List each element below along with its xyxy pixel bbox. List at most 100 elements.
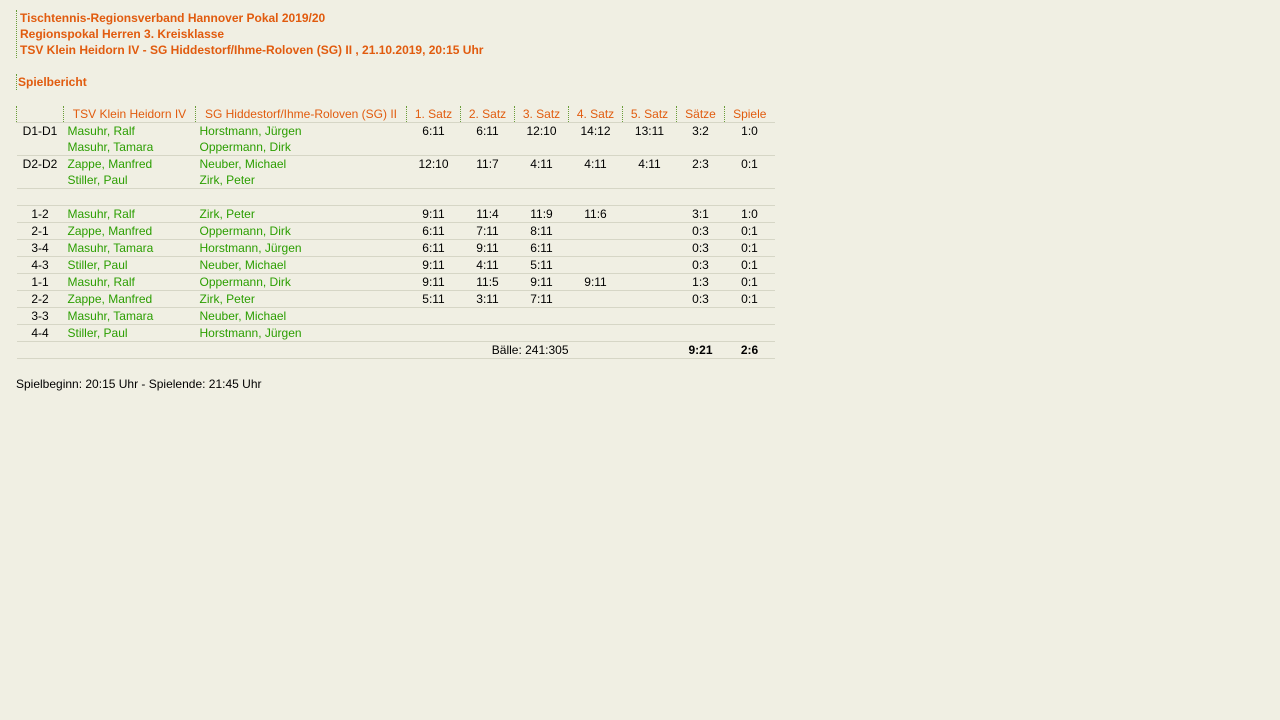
- games-result: [724, 172, 775, 189]
- set-score: [622, 273, 677, 291]
- table-row: Masuhr, Tamara Oppermann, Dirk: [16, 139, 775, 156]
- home-player: Zappe, Manfred: [63, 222, 196, 240]
- match-position: 1-1: [16, 273, 64, 291]
- column-header: 4. Satz: [568, 106, 623, 123]
- away-player: Horstmann, Jürgen: [195, 324, 407, 342]
- set-score: 11:7: [476, 157, 499, 171]
- set-score: [406, 324, 461, 342]
- sets-result: 0:3: [676, 290, 725, 308]
- away-player: Neuber, Michael: [199, 157, 287, 171]
- sets-result: [676, 307, 725, 325]
- home-player: Zappe, Manfred: [67, 157, 153, 171]
- set-score: [460, 139, 515, 156]
- set-score: 4:11: [584, 157, 607, 171]
- set-score: [514, 307, 569, 325]
- match-position: [16, 172, 64, 189]
- set-score: [406, 307, 461, 325]
- sets-result: [676, 139, 725, 156]
- report-header: Tischtennis-Regionsverband Hannover Poka…: [16, 10, 775, 58]
- games-result: 0:1: [724, 256, 775, 274]
- set-score: 6:11: [422, 124, 445, 138]
- set-score: [460, 172, 515, 189]
- home-player: Masuhr, Ralf: [67, 124, 135, 138]
- column-header: 1. Satz: [406, 106, 461, 123]
- set-score: 5:11: [406, 290, 461, 308]
- away-player: Zirk, Peter: [195, 205, 407, 223]
- set-score: 11:4: [460, 205, 515, 223]
- away-player: Oppermann, Dirk: [195, 222, 407, 240]
- home-player: Masuhr, Ralf: [63, 205, 196, 223]
- games-result: 1:0: [724, 205, 775, 223]
- set-score: [460, 324, 515, 342]
- table-row: D2-D2 Zappe, Manfred Neuber, Michael 12:10 1…: [17, 156, 775, 173]
- match-report: Tischtennis-Regionsverband Hannover Poka…: [16, 10, 775, 392]
- set-score: 12:10: [418, 157, 449, 171]
- match-position: [16, 139, 64, 156]
- games-result: [724, 139, 775, 156]
- match-position: 4-4: [16, 324, 64, 342]
- sets-result: 3:2: [692, 124, 709, 138]
- table-row: 3-4 Masuhr, Tamara Horstmann, Jürgen 6:11 9:…: [16, 239, 775, 257]
- table-row: 4-3 Stiller, Paul Neuber, Michael 9:11 4:11 5…: [16, 256, 775, 274]
- set-score: 6:11: [406, 239, 461, 257]
- set-score: [568, 239, 623, 257]
- table-row: 2-1 Zappe, Manfred Oppermann, Dirk 6:11 7:11…: [16, 222, 775, 240]
- column-header: [16, 106, 64, 123]
- match-position: 3-4: [16, 239, 64, 257]
- set-score: [622, 222, 677, 240]
- totals-row: Bälle: 241:305 9:21 2:6: [16, 341, 775, 359]
- set-score: [622, 324, 677, 342]
- table-row: 3-3 Masuhr, Tamara Neuber, Michael: [16, 307, 775, 325]
- set-score: [622, 172, 677, 189]
- match-position: 2-1: [16, 222, 64, 240]
- results-table: TSV Klein Heidorn IV SG Hiddestorf/Ihme-R…: [16, 106, 775, 359]
- set-score: [622, 139, 677, 156]
- sets-result: 0:3: [676, 222, 725, 240]
- away-player: Oppermann, Dirk: [195, 273, 407, 291]
- set-score: 9:11: [514, 273, 569, 291]
- set-score: 9:11: [460, 239, 515, 257]
- games-result: 0:1: [724, 273, 775, 291]
- away-player: Horstmann, Jürgen: [199, 124, 302, 138]
- set-score: 6:11: [406, 222, 461, 240]
- table-row: Stiller, Paul Zirk, Peter: [16, 172, 775, 189]
- away-player: Neuber, Michael: [195, 307, 407, 325]
- table-header-row: TSV Klein Heidorn IV SG Hiddestorf/Ihme-R…: [16, 106, 775, 123]
- set-score: [568, 307, 623, 325]
- set-score: 4:11: [460, 256, 515, 274]
- away-player: Neuber, Michael: [195, 256, 407, 274]
- away-player: Oppermann, Dirk: [195, 139, 407, 156]
- sets-result: 1:3: [676, 273, 725, 291]
- set-score: [406, 172, 461, 189]
- set-score: 6:11: [476, 124, 499, 138]
- home-player: Masuhr, Ralf: [63, 273, 196, 291]
- home-player: Stiller, Paul: [63, 324, 196, 342]
- match-position: 2-2: [16, 290, 64, 308]
- match-times: Spielbeginn: 20:15 Uhr - Spielende: 21:4…: [16, 377, 262, 391]
- games-result: 1:0: [741, 124, 758, 138]
- home-player: Zappe, Manfred: [63, 290, 196, 308]
- set-score: 11:9: [514, 205, 569, 223]
- match-position: D2-D2: [22, 157, 58, 171]
- balls-total: Bälle: 241:305: [16, 341, 569, 359]
- set-score: [406, 139, 461, 156]
- set-score: 4:11: [530, 157, 553, 171]
- games-result: [724, 307, 775, 325]
- set-score: 12:10: [526, 124, 557, 138]
- set-score: 7:11: [460, 222, 515, 240]
- sets-total: 9:21: [676, 341, 725, 359]
- sets-result: 0:3: [676, 239, 725, 257]
- games-total: 2:6: [724, 341, 775, 359]
- set-score: 14:12: [580, 124, 611, 138]
- column-header: Spiele: [724, 106, 775, 123]
- home-player: Masuhr, Tamara: [63, 307, 196, 325]
- set-score: [568, 256, 623, 274]
- table-row: D1-D1 Masuhr, Ralf Horstmann, Jürgen 6:11 6:…: [17, 123, 775, 140]
- set-score: [514, 139, 569, 156]
- set-score: [568, 290, 623, 308]
- set-score: 8:11: [514, 222, 569, 240]
- section-title: Spielbericht: [16, 74, 775, 90]
- set-score: [568, 222, 623, 240]
- set-score: [622, 307, 677, 325]
- spacer-row: [16, 188, 775, 206]
